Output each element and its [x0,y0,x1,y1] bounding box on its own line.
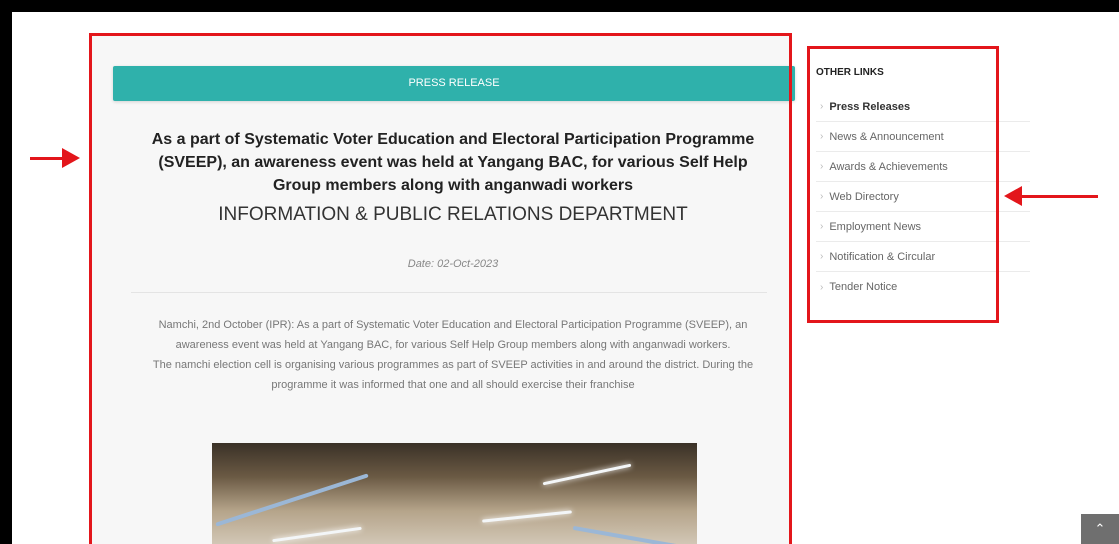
scroll-top-button[interactable]: ⌃ [1081,514,1119,544]
chevron-up-icon: ⌃ [1094,521,1106,536]
annotation-box-main [89,33,792,544]
annotation-arrow-shaft [30,157,66,160]
annotation-arrow-right-icon [62,148,80,168]
annotation-arrow-shaft [1022,195,1098,198]
annotation-arrow-left-icon [1004,186,1022,206]
annotation-box-sidebar [807,46,999,323]
page: PRESS RELEASE As a part of Systematic Vo… [12,12,1119,544]
